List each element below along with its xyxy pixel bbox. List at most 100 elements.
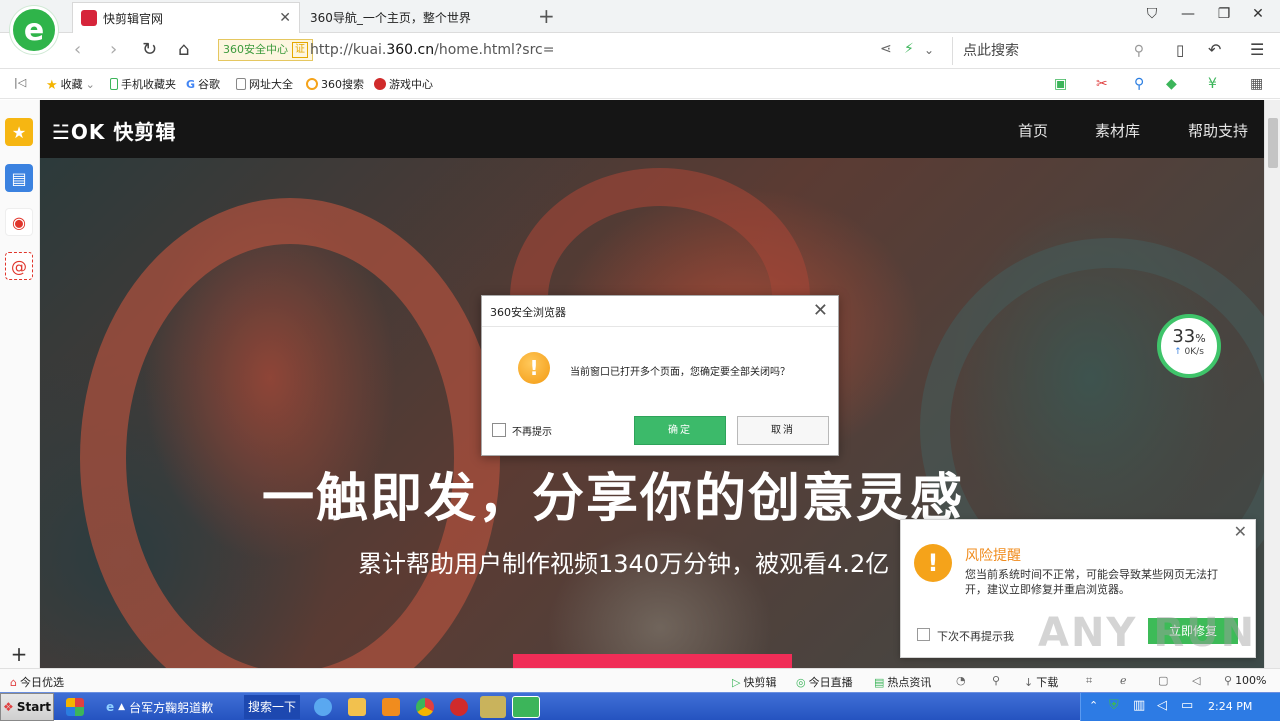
add-icon[interactable]: + xyxy=(5,640,33,668)
dialog-message: 当前窗口已打开多个页面，您确定要全部关闭吗？ xyxy=(570,367,790,378)
window-close-icon[interactable]: ✕ xyxy=(1248,6,1268,22)
shield-icon[interactable]: ⛨ xyxy=(1109,698,1119,713)
search-icon[interactable]: ⚲ xyxy=(1134,37,1144,65)
network-speed-widget[interactable]: 33% ↑ 0K/s xyxy=(1157,314,1221,378)
chevron-down-icon[interactable]: ⌄ xyxy=(924,43,934,57)
email-icon[interactable]: @ xyxy=(5,252,33,280)
weibo-icon[interactable]: ◉ xyxy=(5,208,33,236)
network-icon[interactable]: ▥ xyxy=(1133,698,1145,713)
bookmark-game-center[interactable]: 游戏中心 xyxy=(374,76,433,92)
archive-icon[interactable] xyxy=(480,696,506,718)
bookmark-site-directory[interactable]: 网址大全 xyxy=(236,76,293,92)
tray-expand-icon[interactable]: ⌃ xyxy=(1089,699,1098,712)
browser-status-bar: ⌂ 今日优选 ▷ 快剪辑 ◎ 今日直播 ▤ 热点资讯 ◔ ⚲ ↓ 下载 ⌗ ℯ ▢ ◁ ⚲… xyxy=(0,668,1280,692)
menu-icon[interactable]: ☰ xyxy=(1250,40,1264,59)
news-icon[interactable]: ▤ xyxy=(5,164,33,192)
extension-translate-icon[interactable]: ▣ xyxy=(1054,76,1067,92)
status-item-label: 热点资讯 xyxy=(887,676,932,689)
status-live[interactable]: ◎ 今日直播 xyxy=(796,674,853,690)
bookmark-google[interactable]: G 谷歌 xyxy=(186,76,220,92)
gamepad-icon[interactable]: ◆ xyxy=(1166,76,1177,92)
status-download[interactable]: ↓ 下载 xyxy=(1024,674,1058,690)
dialog-close-icon[interactable]: ✕ xyxy=(813,300,828,321)
shopping-icon[interactable]: ¥ xyxy=(1208,76,1217,92)
warning-icon: ! xyxy=(914,544,952,582)
risk-close-icon[interactable]: ✕ xyxy=(1234,522,1247,541)
new-tab-icon[interactable]: + xyxy=(538,4,555,28)
bookmark-360search[interactable]: 360搜索 xyxy=(306,76,364,92)
speed-mode-icon[interactable]: ⚡ xyxy=(904,41,914,57)
home-icon[interactable]: ⌂ xyxy=(178,39,189,60)
mobile-icon[interactable]: ▯ xyxy=(1176,41,1184,59)
nav-materials[interactable]: 素材库 xyxy=(1095,120,1140,141)
app-launcher-icon[interactable] xyxy=(66,698,84,716)
speed-percent: 33 xyxy=(1172,326,1196,347)
start-button[interactable]: ❖ Start xyxy=(0,693,54,721)
zoom-control[interactable]: ⚲ 100% xyxy=(1224,674,1267,687)
pin-icon[interactable]: ⚲ xyxy=(992,674,1000,687)
folder-icon[interactable] xyxy=(348,698,366,716)
dont-ask-checkbox[interactable] xyxy=(492,423,506,437)
url-field[interactable]: http://kuai.360.cn/home.html?src= xyxy=(310,42,554,58)
search-now-button[interactable]: 搜索一下 xyxy=(244,695,300,719)
today-picks-label: 今日优选 xyxy=(19,676,64,689)
anyrun-watermark: ANY RUN xyxy=(1038,610,1257,656)
kuaijianji-favicon-icon xyxy=(81,10,97,26)
apps-icon[interactable]: ▦ xyxy=(1250,76,1263,92)
ie-taskbar-icon[interactable] xyxy=(314,698,332,716)
dont-ask-label[interactable]: 不再提示 xyxy=(512,423,552,438)
ie-mode-icon[interactable]: ℯ xyxy=(1120,674,1127,687)
360-browser-task-icon[interactable] xyxy=(512,696,540,718)
undo-icon[interactable]: ↶ xyxy=(1208,40,1221,59)
tab-kuaijianji[interactable]: 快剪辑官网 ✕ xyxy=(72,2,300,33)
security-badge[interactable]: 360安全中心 证 xyxy=(218,39,313,61)
security-badge-label: 360安全中心 xyxy=(223,43,288,56)
confirm-button[interactable]: 确定 xyxy=(634,416,726,445)
power-icon[interactable]: ▭ xyxy=(1181,698,1193,713)
page-scrollbar[interactable] xyxy=(1264,100,1280,668)
window-icon[interactable]: ▢ xyxy=(1158,674,1168,687)
screenshot-icon[interactable]: ⌗ xyxy=(1086,674,1092,688)
site-logo[interactable]: ☱OK 快剪辑 xyxy=(52,116,176,145)
today-picks[interactable]: ⌂ 今日优选 xyxy=(10,674,64,690)
bookmark-favorites[interactable]: ★ 收藏 ⌄ xyxy=(46,76,95,94)
forward-icon[interactable]: › xyxy=(110,39,117,60)
status-news[interactable]: ▤ 热点资讯 xyxy=(874,674,931,690)
tab-close-icon[interactable]: ✕ xyxy=(279,10,291,26)
volume-icon[interactable]: ◁ xyxy=(1192,674,1200,687)
shirt-skin-icon[interactable]: ⛉ xyxy=(1142,6,1162,22)
start-label: Start xyxy=(16,700,51,714)
status-item-label: 今日直播 xyxy=(808,676,853,689)
speaker-icon[interactable]: ◁ xyxy=(1157,698,1167,713)
download-icon: ↓ xyxy=(1024,675,1034,689)
media-player-icon[interactable] xyxy=(382,698,400,716)
nav-home[interactable]: 首页 xyxy=(1018,120,1048,141)
ie-icon: e xyxy=(106,700,115,714)
refresh-icon[interactable]: ↻ xyxy=(142,39,157,60)
search-input[interactable]: 点此搜索 ⚲ xyxy=(952,37,1152,65)
speedometer-icon[interactable]: ◔ xyxy=(956,674,966,687)
search-icon[interactable]: ⚲ xyxy=(1134,76,1144,92)
favorites-star-icon[interactable]: ★ xyxy=(5,118,33,146)
screenshot-scissors-icon[interactable]: ✂ xyxy=(1096,76,1108,92)
bookmark-mobile[interactable]: 手机收藏夹 xyxy=(110,76,176,92)
hero-wheel-shape xyxy=(80,198,500,668)
share-icon[interactable]: ⋖ xyxy=(880,41,892,57)
dont-remind-label[interactable]: 下次不再提示我 xyxy=(937,628,1014,644)
dont-remind-checkbox[interactable] xyxy=(917,628,930,641)
browser-logo-icon[interactable]: e xyxy=(10,6,58,54)
chrome-icon[interactable] xyxy=(416,698,434,716)
scrollbar-thumb[interactable] xyxy=(1268,118,1278,168)
status-item-label: 下载 xyxy=(1036,676,1059,689)
tab-360-nav[interactable]: 360导航_一个主页，整个世界 xyxy=(302,2,528,33)
nav-help[interactable]: 帮助支持 xyxy=(1188,120,1248,141)
antivirus-icon[interactable] xyxy=(450,698,468,716)
restore-icon[interactable]: ❐ xyxy=(1214,6,1234,22)
cta-button[interactable] xyxy=(513,654,792,668)
status-kuaijianji[interactable]: ▷ 快剪辑 xyxy=(732,674,776,690)
cancel-button[interactable]: 取消 xyxy=(737,416,829,445)
taskbar-ie-task[interactable]: e ▲ 台军方鞠躬道歉 xyxy=(106,696,213,718)
back-icon[interactable]: ‹ xyxy=(74,39,81,60)
sidebar-toggle-icon[interactable]: |◁ xyxy=(14,76,26,89)
minimize-icon[interactable]: — xyxy=(1178,6,1198,22)
